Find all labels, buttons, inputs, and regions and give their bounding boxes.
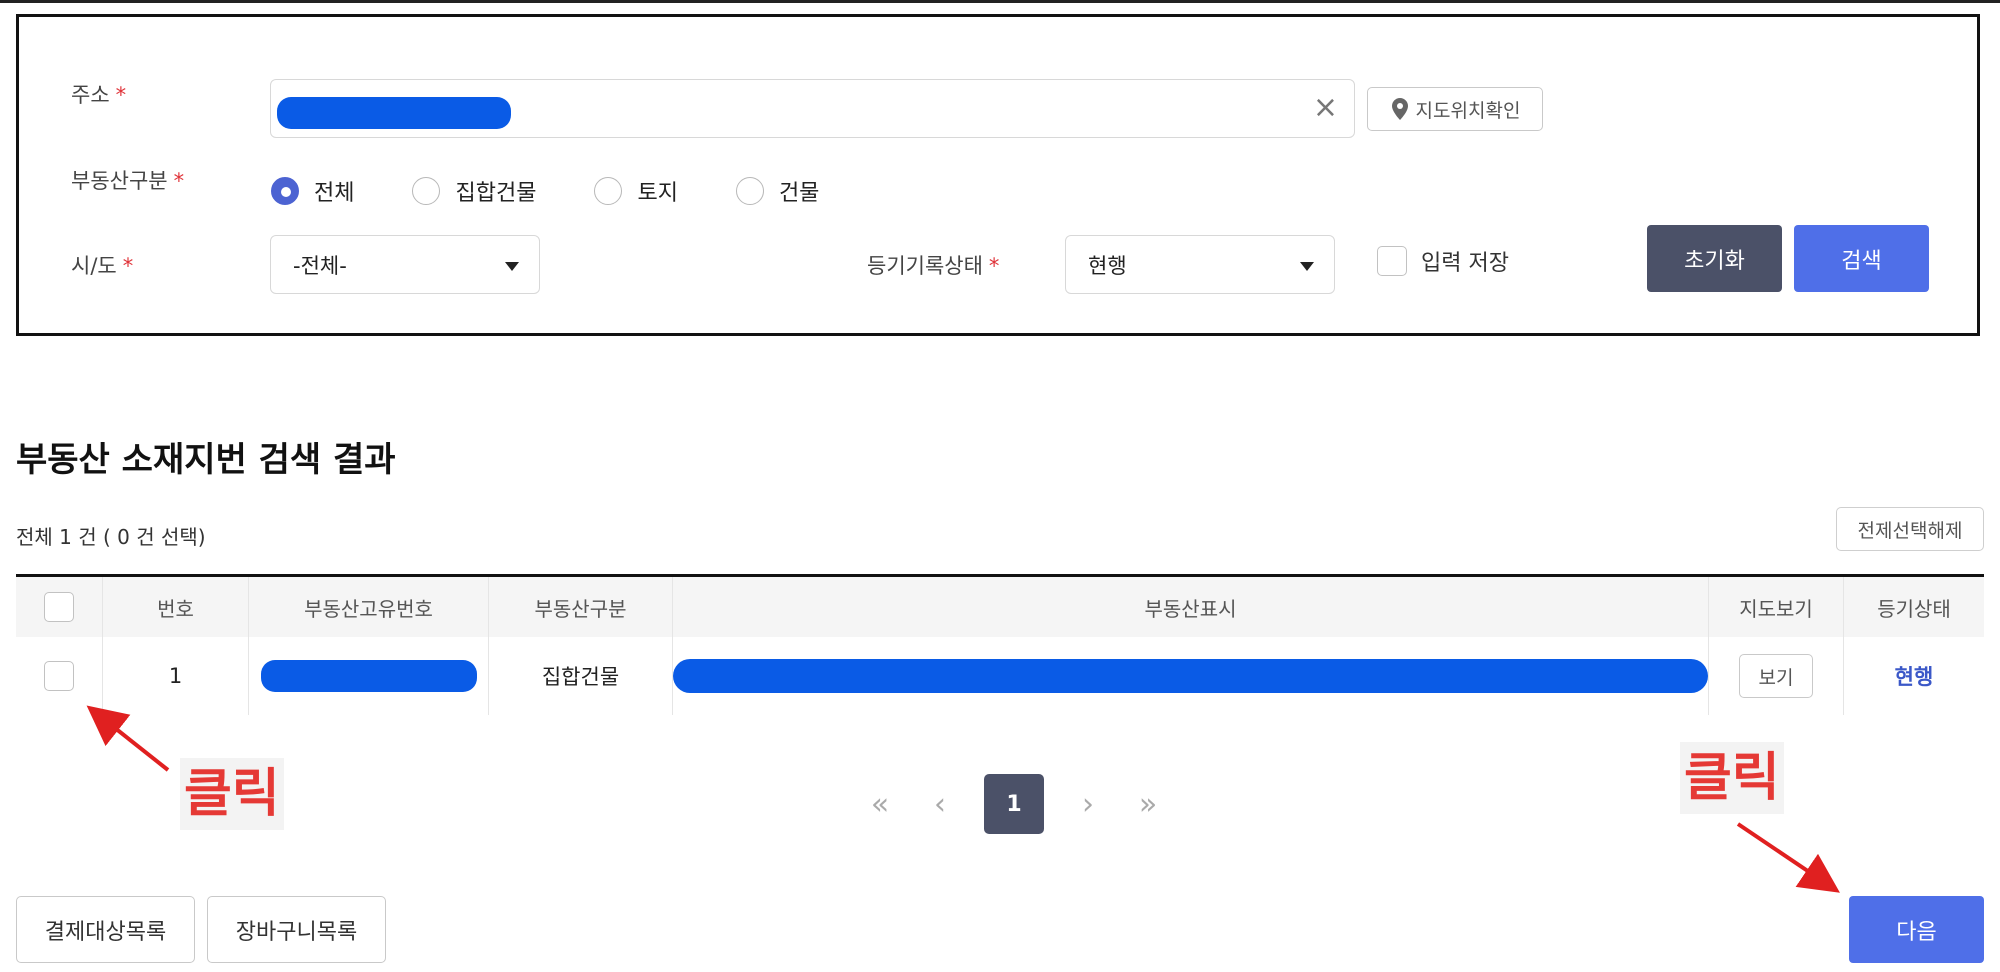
radio-unchecked-icon: [735, 177, 764, 205]
last-page-icon[interactable]: »: [1118, 774, 1178, 834]
arrow-to-checkbox: [86, 705, 170, 772]
address-label: 주소 *: [71, 83, 127, 107]
cart-list-button[interactable]: 장바구니목록: [207, 896, 386, 963]
radio-building[interactable]: 건물: [735, 175, 820, 207]
results-count: 전체 1 건 ( 0 건 선택): [16, 525, 206, 549]
view-map-button[interactable]: 보기: [1739, 654, 1813, 698]
region-value: -전체-: [293, 253, 347, 278]
radio-label: 전체: [314, 181, 355, 206]
property-type-label: 부동산구분 *: [71, 169, 185, 193]
results-table: 번호 부동산고유번호 부동산구분 부동산표시 지도보기 등기상태 1 집합건물 …: [16, 574, 1984, 715]
region-select[interactable]: -전체-: [270, 235, 540, 294]
registry-status-value: 현행: [1088, 253, 1127, 278]
column-header: 부동산고유번호: [249, 577, 489, 637]
registry-status-label: 등기기록상태 *: [867, 254, 1000, 278]
click-annotation-right: 클릭: [1680, 742, 1784, 814]
save-input-label: 입력 저장: [1421, 251, 1509, 276]
region-label: 시/도 *: [71, 254, 134, 278]
redacted-address: [277, 97, 511, 129]
radio-unchecked-icon: [412, 177, 441, 205]
search-form: 주소 * × 지도위치확인 부동산구분 * 전체 집합건물 토지 건물 시/도 …: [16, 14, 1980, 336]
save-input-checkbox[interactable]: [1377, 246, 1407, 276]
map-location-button[interactable]: 지도위치확인: [1367, 87, 1543, 131]
radio-collective-building[interactable]: 집합건물: [412, 175, 536, 207]
row-type: 집합건물: [489, 637, 673, 715]
next-button[interactable]: 다음: [1849, 896, 1984, 963]
row-checkbox[interactable]: [44, 661, 74, 691]
row-select-cell: [16, 637, 103, 715]
search-button[interactable]: 검색: [1794, 225, 1929, 292]
click-annotation-left: 클릭: [180, 758, 284, 830]
column-header: 지도보기: [1709, 577, 1844, 637]
radio-unchecked-icon: [594, 177, 623, 205]
column-header: 등기상태: [1877, 596, 1951, 621]
row-number: 1: [103, 637, 249, 715]
radio-checked-icon: [271, 177, 299, 205]
arrow-to-next: [1736, 822, 1840, 893]
table-header-row: 번호 부동산고유번호 부동산구분 부동산표시 지도보기 등기상태: [16, 577, 1984, 637]
prev-page-icon[interactable]: ‹: [910, 774, 970, 834]
radio-label: 건물: [778, 181, 820, 206]
first-page-icon[interactable]: «: [850, 774, 910, 834]
row-unique-id: [249, 637, 489, 715]
status-link[interactable]: 현행: [1895, 661, 1934, 691]
redacted-unique-id: [260, 660, 477, 692]
pagination: « ‹ 1 › »: [850, 774, 1178, 834]
property-type-radio-group: 전체 집합건물 토지 건물: [271, 175, 877, 207]
select-all-cell: [16, 577, 103, 637]
map-pin-icon: [1391, 98, 1408, 120]
address-input[interactable]: ×: [270, 79, 1355, 138]
map-location-label: 지도위치확인: [1415, 99, 1521, 122]
column-header: 부동산표시: [673, 577, 1709, 637]
redacted-display: [673, 659, 1708, 693]
clear-icon[interactable]: ×: [1313, 92, 1338, 124]
table-row: 1 집합건물 보기 현행: [16, 637, 1984, 715]
row-display: [673, 637, 1709, 715]
caret-down-icon: [505, 262, 519, 271]
row-status[interactable]: 현행: [1844, 637, 1984, 715]
deselect-all-button[interactable]: 전제선택해제: [1836, 507, 1984, 551]
select-all-checkbox[interactable]: [44, 592, 74, 622]
reset-button[interactable]: 초기화: [1647, 225, 1782, 292]
current-page[interactable]: 1: [984, 774, 1044, 834]
row-map-cell: 보기: [1709, 637, 1844, 715]
radio-all[interactable]: 전체: [271, 175, 354, 207]
caret-down-icon: [1300, 262, 1314, 271]
column-header: 부동산구분: [489, 577, 673, 637]
save-input-option[interactable]: 입력 저장: [1377, 245, 1509, 277]
radio-label: 토지: [637, 181, 678, 206]
registry-status-select[interactable]: 현행: [1065, 235, 1335, 294]
radio-label: 집합건물: [455, 181, 537, 206]
next-page-icon[interactable]: ›: [1058, 774, 1118, 834]
column-header: 번호: [103, 577, 249, 637]
radio-land[interactable]: 토지: [594, 175, 678, 207]
top-border: [0, 0, 2000, 3]
payment-list-button[interactable]: 결제대상목록: [16, 896, 195, 963]
results-title: 부동산 소재지번 검색 결과: [16, 440, 396, 480]
